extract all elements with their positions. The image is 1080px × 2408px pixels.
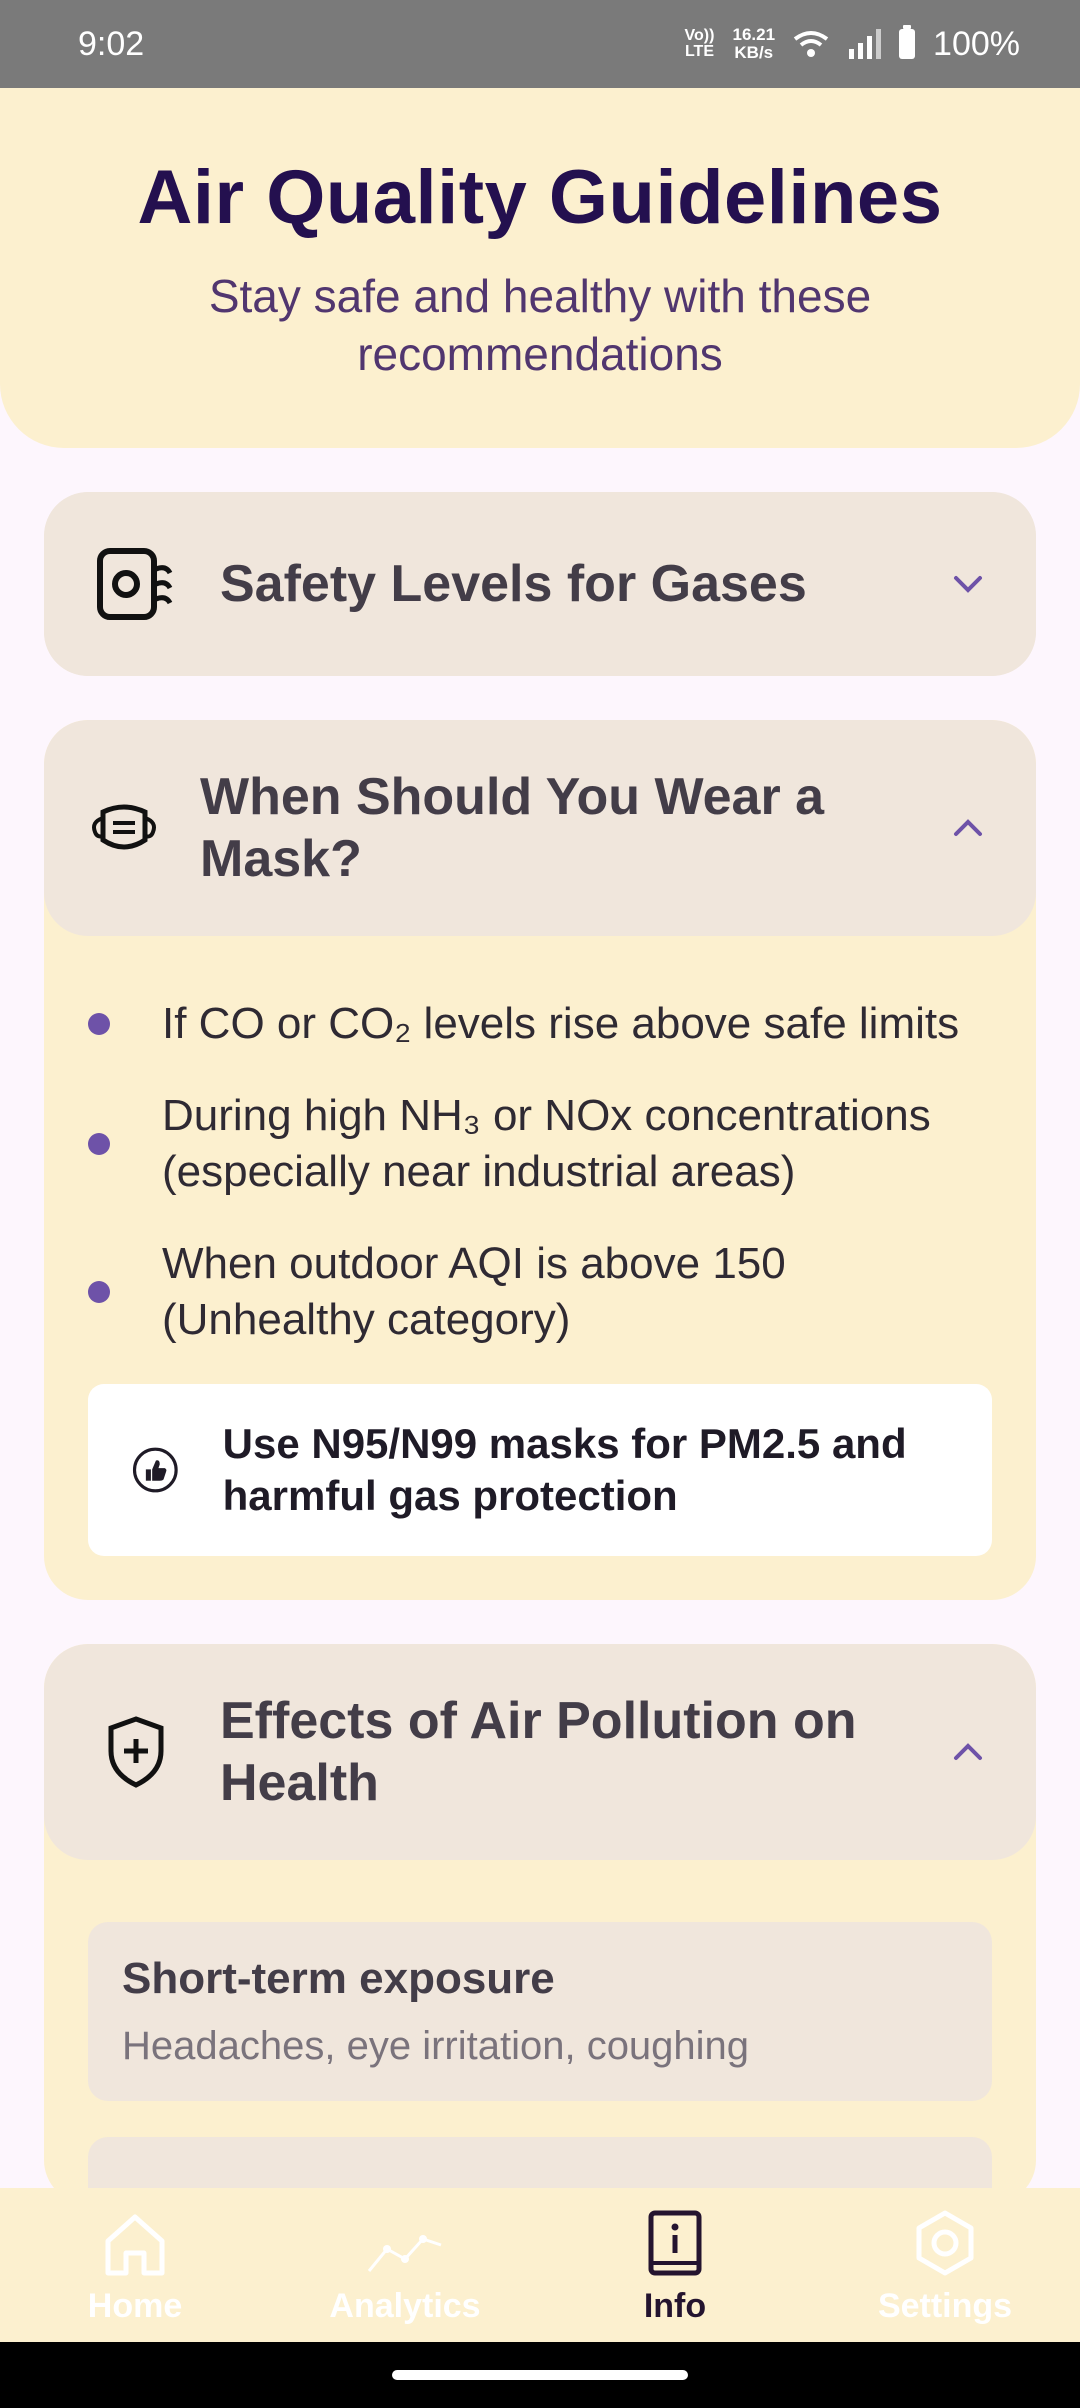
list-item: When outdoor AQI is above 150 (Unhealthy… [88, 1236, 992, 1348]
status-bar: 9:02 Vo)) LTE 16.21 KB/s 100% [0, 0, 1080, 88]
bullet-text: During high NH₃ or NOx concentrations (e… [162, 1091, 931, 1196]
list-item: During high NH₃ or NOx concentrations (e… [88, 1088, 992, 1200]
header: Air Quality Guidelines Stay safe and hea… [0, 88, 1080, 448]
bullet-text: When outdoor AQI is above 150 (Unhealthy… [162, 1239, 786, 1344]
mask-tip-text: Use N95/N99 masks for PM2.5 and harmful … [222, 1420, 907, 1519]
nav-settings[interactable]: Settings [810, 2188, 1080, 2342]
net-speed: 16.21 KB/s [732, 26, 775, 62]
chevron-up-icon[interactable] [946, 806, 990, 850]
bullet-dot [88, 1133, 110, 1155]
bullet-text: If CO or CO₂ levels rise above safe limi… [162, 999, 960, 1048]
bullet-dot [88, 1013, 110, 1035]
health-effects-card: Effects of Air Pollution on Health Short… [44, 1644, 1036, 2204]
bullet-dot [88, 1281, 110, 1303]
mask-card-header[interactable]: When Should You Wear a Mask? [44, 720, 1036, 936]
safety-levels-title: Safety Levels for Gases [220, 555, 807, 613]
mask-card-title: When Should You Wear a Mask? [200, 768, 825, 888]
health-effects-header[interactable]: Effects of Air Pollution on Health [44, 1644, 1036, 1860]
effect-item-short-term: Short-term exposure Headaches, eye irrit… [88, 1922, 992, 2101]
nav-info-label: Info [643, 2287, 707, 2325]
nav-home[interactable]: Home [0, 2188, 270, 2342]
face-mask-icon [84, 802, 164, 854]
mask-bullet-list: If CO or CO₂ levels rise above safe limi… [44, 936, 1036, 1348]
chevron-up-icon[interactable] [946, 1730, 990, 1774]
effect-title: Short-term exposure [122, 1954, 555, 2003]
net-speed-unit: KB/s [734, 43, 774, 62]
nav-home-label: Home [87, 2287, 183, 2325]
analytics-icon [367, 2235, 442, 2272]
thumbs-up-icon [132, 1447, 178, 1493]
book-info-icon [648, 2210, 702, 2276]
status-time: 9:02 [78, 24, 145, 63]
status-icons: Vo)) LTE 16.21 KB/s 100% [684, 25, 1020, 64]
safety-levels-header[interactable]: Safety Levels for Gases [44, 492, 1036, 676]
settings-icon [916, 2210, 974, 2276]
mask-card: When Should You Wear a Mask? If CO or CO… [44, 720, 1036, 1600]
bottom-navigation: Home Analytics Info Settings [0, 2188, 1080, 2342]
health-effects-title: Effects of Air Pollution on Health [220, 1692, 857, 1812]
page-title: Air Quality Guidelines [137, 155, 943, 240]
nav-analytics-label: Analytics [329, 2287, 481, 2325]
chevron-down-icon[interactable] [946, 562, 990, 606]
net-speed-value: 16.21 [732, 25, 776, 44]
volte-indicator: Vo)) LTE [684, 27, 715, 60]
signal-icon [849, 29, 882, 59]
nav-settings-label: Settings [877, 2287, 1013, 2325]
nav-analytics[interactable]: Analytics [270, 2188, 540, 2342]
wifi-icon [793, 31, 829, 57]
safety-levels-card: Safety Levels for Gases [44, 492, 1036, 676]
home-gesture-handle[interactable] [392, 2370, 688, 2380]
list-item: If CO or CO₂ levels rise above safe limi… [88, 996, 992, 1052]
nav-info[interactable]: Info [540, 2188, 810, 2342]
gesture-bar [0, 2342, 1080, 2408]
effect-desc: Headaches, eye irritation, coughing [122, 2024, 750, 2068]
page-subtitle: Stay safe and healthy with these recomme… [208, 270, 872, 380]
gas-sensor-icon [96, 547, 176, 621]
battery-icon [899, 25, 916, 59]
home-icon [105, 2214, 165, 2276]
mask-tip-box: Use N95/N99 masks for PM2.5 and harmful … [88, 1384, 992, 1556]
battery-percent: 100% [933, 24, 1020, 63]
shield-plus-icon [96, 1715, 176, 1789]
